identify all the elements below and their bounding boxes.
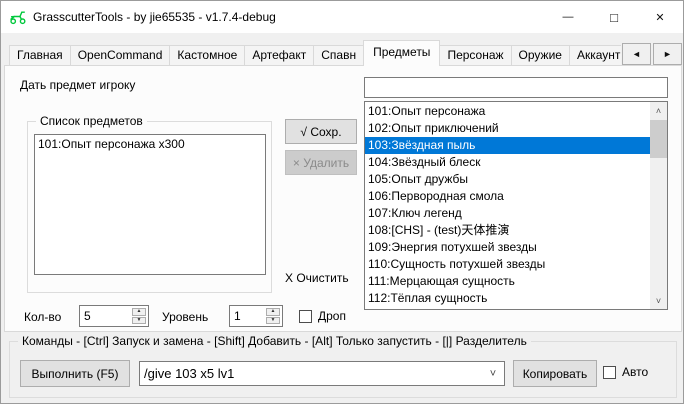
scroll-down-icon[interactable]: ˅ xyxy=(650,292,667,309)
list-item[interactable]: 104:Звёздный блеск xyxy=(365,154,650,171)
commands-groupbox: Команды - [Ctrl] Запуск и замена - [Shif… xyxy=(9,341,677,398)
level-spin: ▲ ▼ xyxy=(266,308,280,324)
count-spin-down-icon[interactable]: ▼ xyxy=(132,317,146,325)
count-stepper[interactable]: 5 ▲ ▼ xyxy=(79,305,149,327)
page-title: Дать предмет игроку xyxy=(20,78,135,92)
command-combobox: ˅ xyxy=(139,361,505,386)
drop-checkbox-box[interactable] xyxy=(299,310,312,323)
maximize-icon[interactable]: □ xyxy=(591,1,637,33)
list-item[interactable]: 107:Ключ легенд xyxy=(365,205,650,222)
list-item[interactable]: 101:Опыт персонажа xyxy=(365,103,650,120)
list-item[interactable]: 108:[CHS] - (test)天体推演 xyxy=(365,222,650,239)
items-scrollbar[interactable]: ˄ ˅ xyxy=(650,102,667,309)
count-spin-up-icon[interactable]: ▲ xyxy=(132,308,146,316)
tab-scroll-right-button[interactable]: ► xyxy=(653,43,682,65)
title-bar: GrasscutterTools - by jie65535 - v1.7.4-… xyxy=(1,1,683,33)
count-spin: ▲ ▼ xyxy=(132,308,146,324)
item-search-box xyxy=(364,77,668,98)
tab-5[interactable]: Спавн xyxy=(313,45,364,66)
scroll-up-icon[interactable]: ˄ xyxy=(650,102,667,119)
clear-button[interactable]: X Очистить xyxy=(285,271,349,285)
level-value: 1 xyxy=(234,309,241,323)
level-spin-down-icon[interactable]: ▼ xyxy=(266,317,280,325)
delete-button: × Удалить xyxy=(285,150,357,175)
auto-checkbox[interactable]: Авто xyxy=(603,365,648,379)
tab-8[interactable]: Оружие xyxy=(511,45,570,66)
window-controls: — □ ✕ xyxy=(545,1,683,33)
tab-9[interactable]: Аккаунт xyxy=(569,45,621,66)
item-search-input[interactable] xyxy=(365,78,667,97)
copy-button[interactable]: Копировать xyxy=(513,360,597,387)
minimize-icon[interactable]: — xyxy=(545,1,591,33)
scrollbar-thumb[interactable] xyxy=(650,120,667,158)
tab-4[interactable]: Артефакт xyxy=(244,45,314,66)
list-item[interactable]: 112:Тёплая сущность xyxy=(365,290,650,307)
tab-scroll-left-button[interactable]: ◄ xyxy=(622,43,651,65)
command-input[interactable] xyxy=(140,362,482,385)
items-tab-page: Дать предмет игроку 101:Опыт персонажа10… xyxy=(4,65,682,332)
close-icon[interactable]: ✕ xyxy=(637,1,683,33)
drop-checkbox-label: Дроп xyxy=(318,309,346,323)
run-button[interactable]: Выполнить (F5) xyxy=(20,360,130,387)
saved-list-item[interactable]: 101:Опыт персонажа x300 xyxy=(35,135,265,153)
tab-6[interactable]: Предметы xyxy=(363,40,440,66)
list-item[interactable]: 102:Опыт приключений xyxy=(365,120,650,137)
list-item[interactable]: 103:Звёздная пыль xyxy=(365,137,650,154)
items-listbox-rows: 101:Опыт персонажа102:Опыт приключений10… xyxy=(365,103,650,307)
list-item[interactable]: 106:Первородная смола xyxy=(365,188,650,205)
level-spin-up-icon[interactable]: ▲ xyxy=(266,308,280,316)
commands-group-title: Команды - [Ctrl] Запуск и замена - [Shif… xyxy=(18,334,531,348)
list-item[interactable]: 111:Мерцающая сущность xyxy=(365,273,650,290)
list-item[interactable]: 105:Опыт дружбы xyxy=(365,171,650,188)
grasscutter-scooter-icon xyxy=(9,9,27,25)
save-button[interactable]: √ Сохр. xyxy=(285,119,357,144)
level-stepper[interactable]: 1 ▲ ▼ xyxy=(229,305,283,327)
saved-items-groupbox: Список предметов 101:Опыт персонажа x300 xyxy=(27,121,272,293)
tab-1[interactable]: Главная xyxy=(9,45,71,66)
list-item[interactable]: 110:Сущность потухшей звезды xyxy=(365,256,650,273)
window-title: GrasscutterTools - by jie65535 - v1.7.4-… xyxy=(33,10,276,24)
list-item[interactable]: 109:Энергия потухшей звезды xyxy=(365,239,650,256)
saved-items-group-title: Список предметов xyxy=(36,114,147,128)
chevron-down-icon[interactable]: ˅ xyxy=(482,362,504,385)
app-window: GrasscutterTools - by jie65535 - v1.7.4-… xyxy=(0,0,684,404)
tab-7[interactable]: Персонаж xyxy=(439,45,511,66)
drop-checkbox[interactable]: Дроп xyxy=(299,309,346,323)
auto-checkbox-label: Авто xyxy=(622,365,648,379)
saved-items-listbox: 101:Опыт персонажа x300 xyxy=(34,134,266,275)
count-label: Кол-во xyxy=(24,310,61,324)
level-label: Уровень xyxy=(162,310,208,324)
count-value: 5 xyxy=(84,309,91,323)
tab-3[interactable]: Кастомное xyxy=(169,45,245,66)
items-listbox: 101:Опыт персонажа102:Опыт приключений10… xyxy=(364,101,668,310)
auto-checkbox-box[interactable] xyxy=(603,366,616,379)
tab-strip: ГлавнаяOpenCommandКастомноеАртефактСпавн… xyxy=(9,40,621,66)
tab-2[interactable]: OpenCommand xyxy=(70,45,171,66)
